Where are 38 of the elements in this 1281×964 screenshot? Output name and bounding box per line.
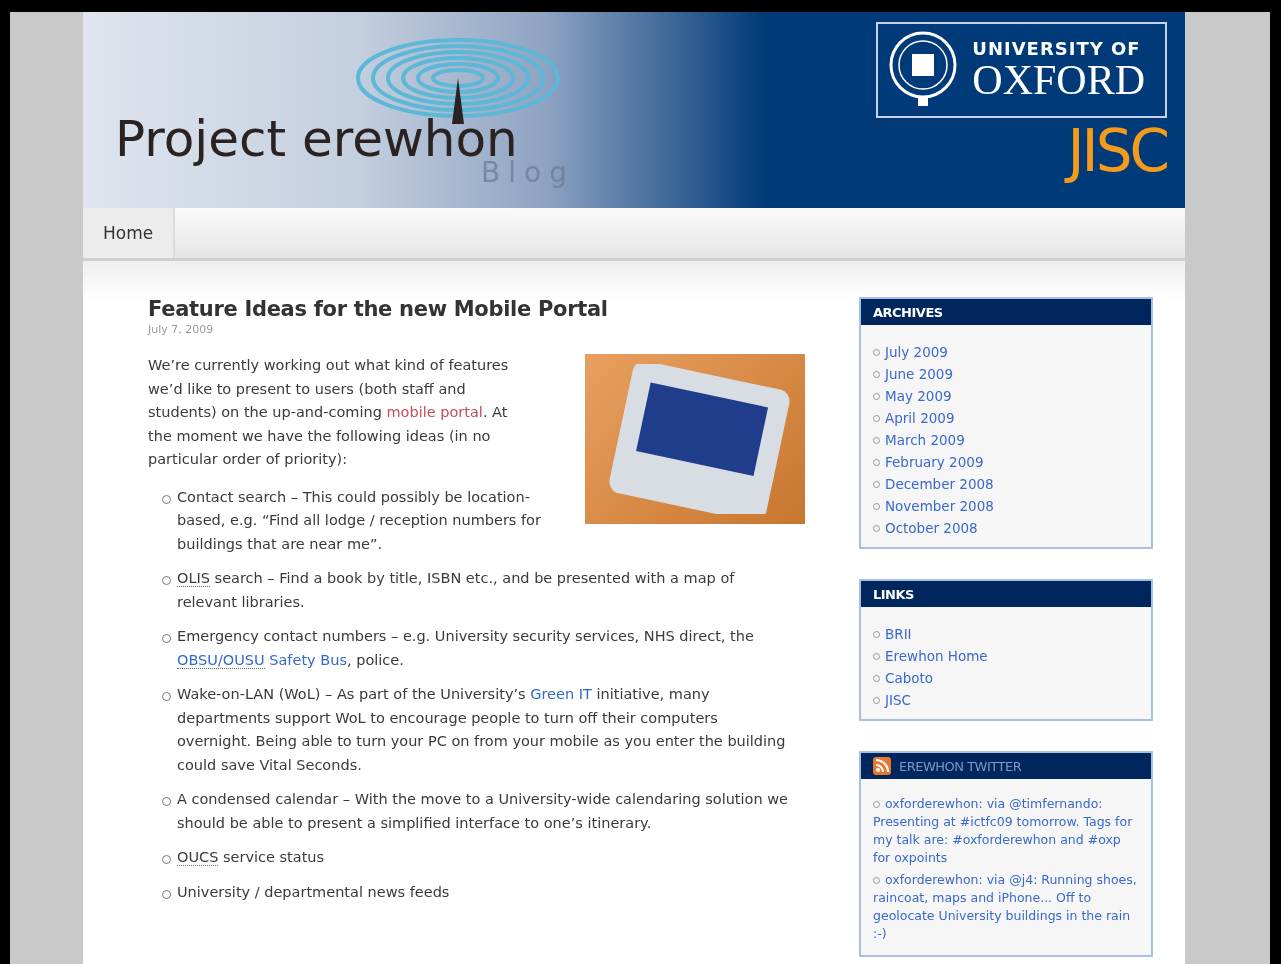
text-link[interactable]: mobile portal bbox=[386, 404, 483, 420]
logo-text: OXFORD bbox=[972, 58, 1145, 101]
list-item-text: Contact search – This could possibly be location-based, e.g. “Find all lodge / reception numbers for buildings that are near me”. bbox=[177, 487, 542, 554]
sidebar-link[interactable]: February 2009 bbox=[885, 451, 984, 473]
text-link[interactable]: Green IT bbox=[530, 686, 592, 702]
sidebar-link[interactable]: December 2008 bbox=[885, 473, 994, 495]
sidebar-link[interactable]: October 2008 bbox=[885, 517, 978, 539]
post-date: July 7, 2009 bbox=[148, 323, 215, 336]
sidebar-link[interactable]: April 2009 bbox=[885, 407, 955, 429]
list-item-text: Wake-on-LAN (WoL) – As part of the University’s Green IT initiative, many departments support WoL to encourage people to turn off their computers overnight. Being able to turn your PC on from your mobile as you enter the building could save Vital Seconds. bbox=[177, 685, 787, 775]
list-item-text: University / departmental news feeds bbox=[177, 882, 451, 902]
logo-text: UNIVERSITY OF bbox=[972, 37, 1142, 59]
sidebar-link[interactable]: Erewhon Home bbox=[885, 645, 988, 667]
rss-icon[interactable] bbox=[873, 757, 891, 775]
sidebar-link[interactable]: June 2009 bbox=[885, 363, 954, 385]
widget-title: ARCHIVES bbox=[873, 304, 943, 320]
crest-icon bbox=[888, 30, 959, 108]
sidebar-link[interactable]: Caboto bbox=[885, 667, 934, 689]
university-logo[interactable]: UNIVERSITY OF OXFORD bbox=[876, 22, 1167, 118]
list-item-text: Emergency contact numbers – e.g. University security services, NHS direct, the OBSU/OUSU Safety Bus, police. bbox=[177, 627, 755, 671]
nav-tab[interactable]: Home bbox=[83, 208, 176, 258]
site-title[interactable]: Project erewhon bbox=[115, 114, 518, 164]
list-item-text: OLIS search – Find a book by title, ISBN etc., and be presented with a map of relevant libraries. bbox=[177, 569, 736, 612]
tweet-link[interactable]: oxforderewhon: via @j4: Running shoes, raincoat, maps and iPhone... Off to geolocate University buildings in the rain :-) bbox=[873, 871, 1139, 943]
text-link[interactable]: OBSU/OUSU bbox=[177, 651, 265, 669]
post-title[interactable]: Feature Ideas for the new Mobile Portal bbox=[148, 297, 813, 321]
widget-title: EREWHON TWITTER bbox=[899, 758, 1022, 774]
list-item-text: A condensed calendar – With the move to a University-wide calendaring solution we should be able to present a simplified interface to one’s itinerary. bbox=[177, 790, 790, 833]
text-link[interactable]: Safety Bus bbox=[264, 651, 347, 668]
sidebar-link[interactable]: March 2009 bbox=[885, 429, 965, 451]
sidebar-link[interactable]: November 2008 bbox=[885, 495, 994, 517]
widget-title: LINKS bbox=[873, 586, 914, 602]
list-item-text: OUCS service status bbox=[177, 848, 326, 868]
sidebar-link[interactable]: BRII bbox=[885, 623, 912, 645]
sidebar-link[interactable]: JISC bbox=[885, 689, 911, 711]
post-paragraph: We’re currently working out what kind of features we’d like to present to users (both staff and students) on the up-and-coming mobile portal. At the moment we have the following ideas (in no particular order of priority): bbox=[148, 356, 510, 469]
sidebar-link[interactable]: July 2009 bbox=[885, 341, 948, 363]
sidebar-link[interactable]: May 2009 bbox=[885, 385, 952, 407]
